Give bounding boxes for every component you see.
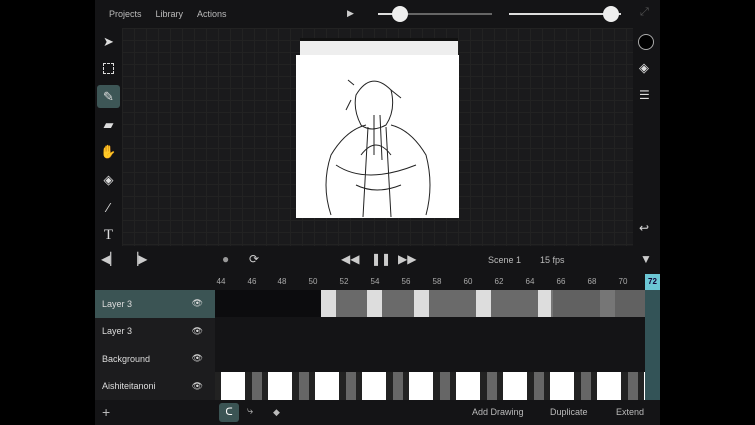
- playback-controls: ◀▏ ▕▶ ● ⟳ ◀◀ ❚❚ ▶▶ Scene 1 15 fps ▼: [95, 248, 660, 272]
- ruler-tick: 48: [277, 277, 287, 286]
- text-tool-icon[interactable]: T: [97, 224, 120, 247]
- artwork-frame: [296, 55, 459, 218]
- loop-icon[interactable]: ⟳: [249, 252, 259, 266]
- scene-label[interactable]: Scene 1: [488, 255, 521, 265]
- ruler-tick: 62: [494, 277, 504, 286]
- fps-label[interactable]: 15 fps: [540, 255, 565, 265]
- frame-cels[interactable]: [321, 290, 551, 317]
- timeline-bottom-bar: + ᑕ ⤷ ◆ Add Drawing Duplicate Extend: [95, 400, 660, 425]
- eye-icon[interactable]: 👁: [192, 298, 203, 309]
- layer-item[interactable]: Layer 3 👁: [95, 317, 215, 345]
- onion-skin-icon[interactable]: ●: [222, 252, 229, 266]
- previous-frame-icon[interactable]: ◀▏: [101, 252, 119, 266]
- frame-cels[interactable]: [551, 290, 645, 317]
- app-window: Projects Library Actions ▶ ⤢ ➤ ✎ ▰ ✋ ◈ ⁄…: [95, 0, 660, 425]
- layer-item[interactable]: Layer 3 👁: [95, 290, 215, 318]
- smudge-icon[interactable]: ✋: [97, 140, 120, 163]
- next-frame-icon[interactable]: ▕▶: [129, 252, 147, 266]
- add-drawing-button[interactable]: Add Drawing: [472, 407, 524, 417]
- actions-menu[interactable]: Actions: [197, 9, 227, 19]
- opacity-slider[interactable]: [509, 6, 621, 22]
- undo-icon[interactable]: ↩: [639, 221, 649, 235]
- fast-forward-icon[interactable]: ▶▶: [398, 252, 416, 266]
- duplicate-button[interactable]: Duplicate: [550, 407, 588, 417]
- layer-name: Layer 3: [102, 326, 133, 337]
- color-picker-swatch[interactable]: [638, 34, 654, 50]
- ruler-tick: 44: [216, 277, 226, 286]
- ruler-tick: 50: [308, 277, 318, 286]
- fill-bucket-icon[interactable]: ◈: [97, 168, 120, 191]
- projects-menu[interactable]: Projects: [109, 9, 142, 19]
- ruler-tick: 64: [525, 277, 535, 286]
- select-arrow-icon[interactable]: ➤: [97, 30, 120, 53]
- ruler-tick: 66: [556, 277, 566, 286]
- frame-cel[interactable]: [414, 290, 429, 317]
- layer-name: Layer 3: [102, 298, 133, 309]
- ruler-tick: 70: [618, 277, 628, 286]
- play-icon[interactable]: ▶: [347, 8, 354, 19]
- rewind-icon[interactable]: ◀◀: [341, 252, 359, 266]
- ruler-tick: 52: [339, 277, 349, 286]
- add-layer-icon[interactable]: +: [102, 404, 110, 420]
- eraser-icon[interactable]: ▰: [97, 113, 120, 136]
- eye-icon[interactable]: 👁: [192, 353, 203, 364]
- snap-magnet-icon[interactable]: ᑕ: [219, 403, 239, 422]
- layer-name: Background: [102, 353, 151, 364]
- playhead[interactable]: [645, 274, 660, 400]
- layers-icon[interactable]: ◈: [639, 60, 649, 76]
- layer-item[interactable]: Aishiteitanoni 👁: [95, 372, 215, 400]
- layer-3-track[interactable]: [215, 290, 645, 317]
- current-frame-label: 72: [645, 274, 660, 290]
- frame-cel[interactable]: [476, 290, 491, 317]
- path-icon[interactable]: ⤷: [247, 405, 253, 418]
- ruler-tick: 56: [401, 277, 411, 286]
- ruler-tick: 60: [463, 277, 473, 286]
- ruler-tick: 68: [587, 277, 597, 286]
- brush-icon[interactable]: ✎: [97, 85, 120, 108]
- fullscreen-icon[interactable]: ⤢: [640, 6, 649, 19]
- layer-item[interactable]: Background 👁: [95, 345, 215, 373]
- eye-icon[interactable]: 👁: [192, 326, 203, 337]
- layer-list: Layer 3 👁 Layer 3 👁 Background 👁 Aishiteita…: [95, 290, 215, 400]
- frame-cel[interactable]: [321, 290, 336, 317]
- top-bar: Projects Library Actions ▶ ⤢: [95, 0, 660, 28]
- pause-icon[interactable]: ❚❚: [371, 252, 391, 266]
- timeline-collapse-icon[interactable]: ▼: [640, 252, 652, 266]
- layer-name: Aishiteitanoni: [102, 381, 156, 392]
- frame-cel[interactable]: [367, 290, 382, 317]
- library-menu[interactable]: Library: [156, 9, 184, 19]
- eyedropper-icon[interactable]: ⁄: [97, 196, 120, 219]
- adjustments-icon[interactable]: ☰: [639, 88, 650, 102]
- ruler-tick: 58: [432, 277, 442, 286]
- ruler-tick: 46: [247, 277, 257, 286]
- frame-ruler[interactable]: 44 46 48 50 52 54 56 58 60 62 64 66 68 7…: [215, 274, 660, 290]
- brush-size-slider[interactable]: [378, 6, 492, 22]
- drawing-canvas[interactable]: [122, 28, 633, 246]
- keyframe-icon[interactable]: ◆: [273, 407, 280, 418]
- eye-icon[interactable]: 👁: [192, 381, 203, 392]
- aishiteitanoni-track[interactable]: [215, 372, 645, 400]
- ruler-tick: 54: [370, 277, 380, 286]
- extend-button[interactable]: Extend: [616, 407, 644, 417]
- left-toolbar: ➤ ✎ ▰ ✋ ◈ ⁄ T: [95, 28, 122, 246]
- marquee-select-icon[interactable]: [97, 57, 120, 80]
- reference-image: [300, 38, 458, 55]
